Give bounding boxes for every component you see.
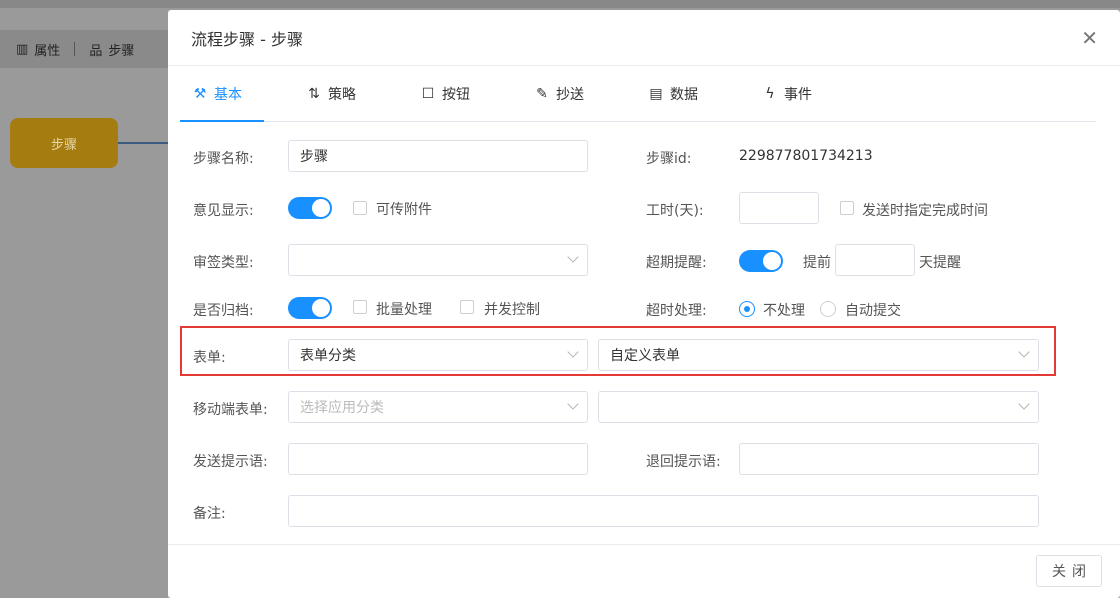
worktime-label: 工时(天):: [646, 203, 704, 219]
step-name-input[interactable]: 步骤: [288, 140, 588, 172]
advance-days-input[interactable]: [835, 244, 915, 276]
overdue-switch[interactable]: [739, 250, 783, 272]
archive-switch[interactable]: [288, 297, 332, 319]
remark-label: 备注:: [193, 506, 226, 522]
basic-form: 步骤名称: 步骤 步骤id: 229877801734213 意见显示: 可传附…: [168, 10, 1120, 550]
step-dialog: 流程步骤 - 步骤 ✕ ⚒ 基本 ⇅ 策略 ☐ 按钮 ✎ 抄送 ▤ 数据 ϟ 事…: [168, 10, 1120, 598]
close-button[interactable]: 关闭: [1036, 555, 1102, 587]
worktime-input[interactable]: [739, 192, 819, 224]
timeout-label: 超时处理:: [646, 303, 707, 319]
chevron-down-icon: [1018, 398, 1030, 410]
background-topbar: [0, 0, 1120, 8]
switch-knob: [312, 199, 330, 217]
specify-time-checkbox[interactable]: [840, 201, 854, 215]
opinion-switch[interactable]: [288, 197, 332, 219]
no-handle-radio[interactable]: [739, 301, 755, 317]
dialog-footer: 关闭: [168, 544, 1120, 598]
mobile-form-select[interactable]: [598, 391, 1039, 423]
auto-submit-label: 自动提交: [845, 303, 901, 319]
chevron-down-icon: [567, 346, 579, 358]
remark-input[interactable]: [288, 495, 1039, 527]
opinion-label: 意见显示:: [193, 203, 254, 219]
background-toolbar: ▥ 属性 品 步骤: [0, 30, 170, 68]
sign-type-select[interactable]: [288, 244, 588, 276]
days-remind-label: 天提醒: [919, 255, 961, 271]
attach-label: 可传附件: [376, 202, 432, 218]
no-handle-label: 不处理: [763, 303, 805, 319]
attr-tool: ▥ 属性: [16, 41, 61, 59]
specify-time-label: 发送时指定完成时间: [862, 203, 988, 219]
advance-label: 提前: [803, 255, 831, 271]
toolbar-separator: [74, 42, 76, 56]
return-tip-label: 退回提示语:: [646, 454, 721, 470]
auto-submit-radio[interactable]: [820, 301, 836, 317]
chevron-down-icon: [1018, 346, 1030, 358]
step-id-value: 229877801734213: [739, 148, 873, 164]
concurrent-label: 并发控制: [484, 302, 540, 318]
chevron-down-icon: [567, 398, 579, 410]
custom-form-select[interactable]: 自定义表单: [598, 339, 1039, 371]
send-tip-label: 发送提示语:: [193, 454, 268, 470]
step-name-label: 步骤名称:: [193, 151, 254, 167]
step-id-label: 步骤id:: [646, 151, 692, 167]
overdue-label: 超期提醒:: [646, 255, 707, 271]
step-tool: 品 步骤: [89, 40, 134, 59]
batch-label: 批量处理: [376, 302, 432, 318]
sliders-icon: ▥: [16, 41, 29, 57]
archive-label: 是否归档:: [193, 303, 254, 319]
org-chart-icon: 品: [89, 43, 103, 59]
form-category-select[interactable]: 表单分类: [288, 339, 588, 371]
batch-checkbox[interactable]: [353, 300, 367, 314]
flow-step-node: 步骤: [10, 118, 118, 168]
mobile-category-select[interactable]: 选择应用分类: [288, 391, 588, 423]
switch-knob: [312, 299, 330, 317]
concurrent-checkbox[interactable]: [460, 300, 474, 314]
switch-knob: [763, 252, 781, 270]
form-label: 表单:: [193, 350, 226, 366]
chevron-down-icon: [567, 251, 579, 263]
attach-checkbox[interactable]: [353, 201, 367, 215]
mobile-form-label: 移动端表单:: [193, 402, 268, 418]
flow-connector: [118, 142, 170, 144]
sign-type-label: 审签类型:: [193, 255, 254, 271]
send-tip-input[interactable]: [288, 443, 588, 475]
return-tip-input[interactable]: [739, 443, 1039, 475]
